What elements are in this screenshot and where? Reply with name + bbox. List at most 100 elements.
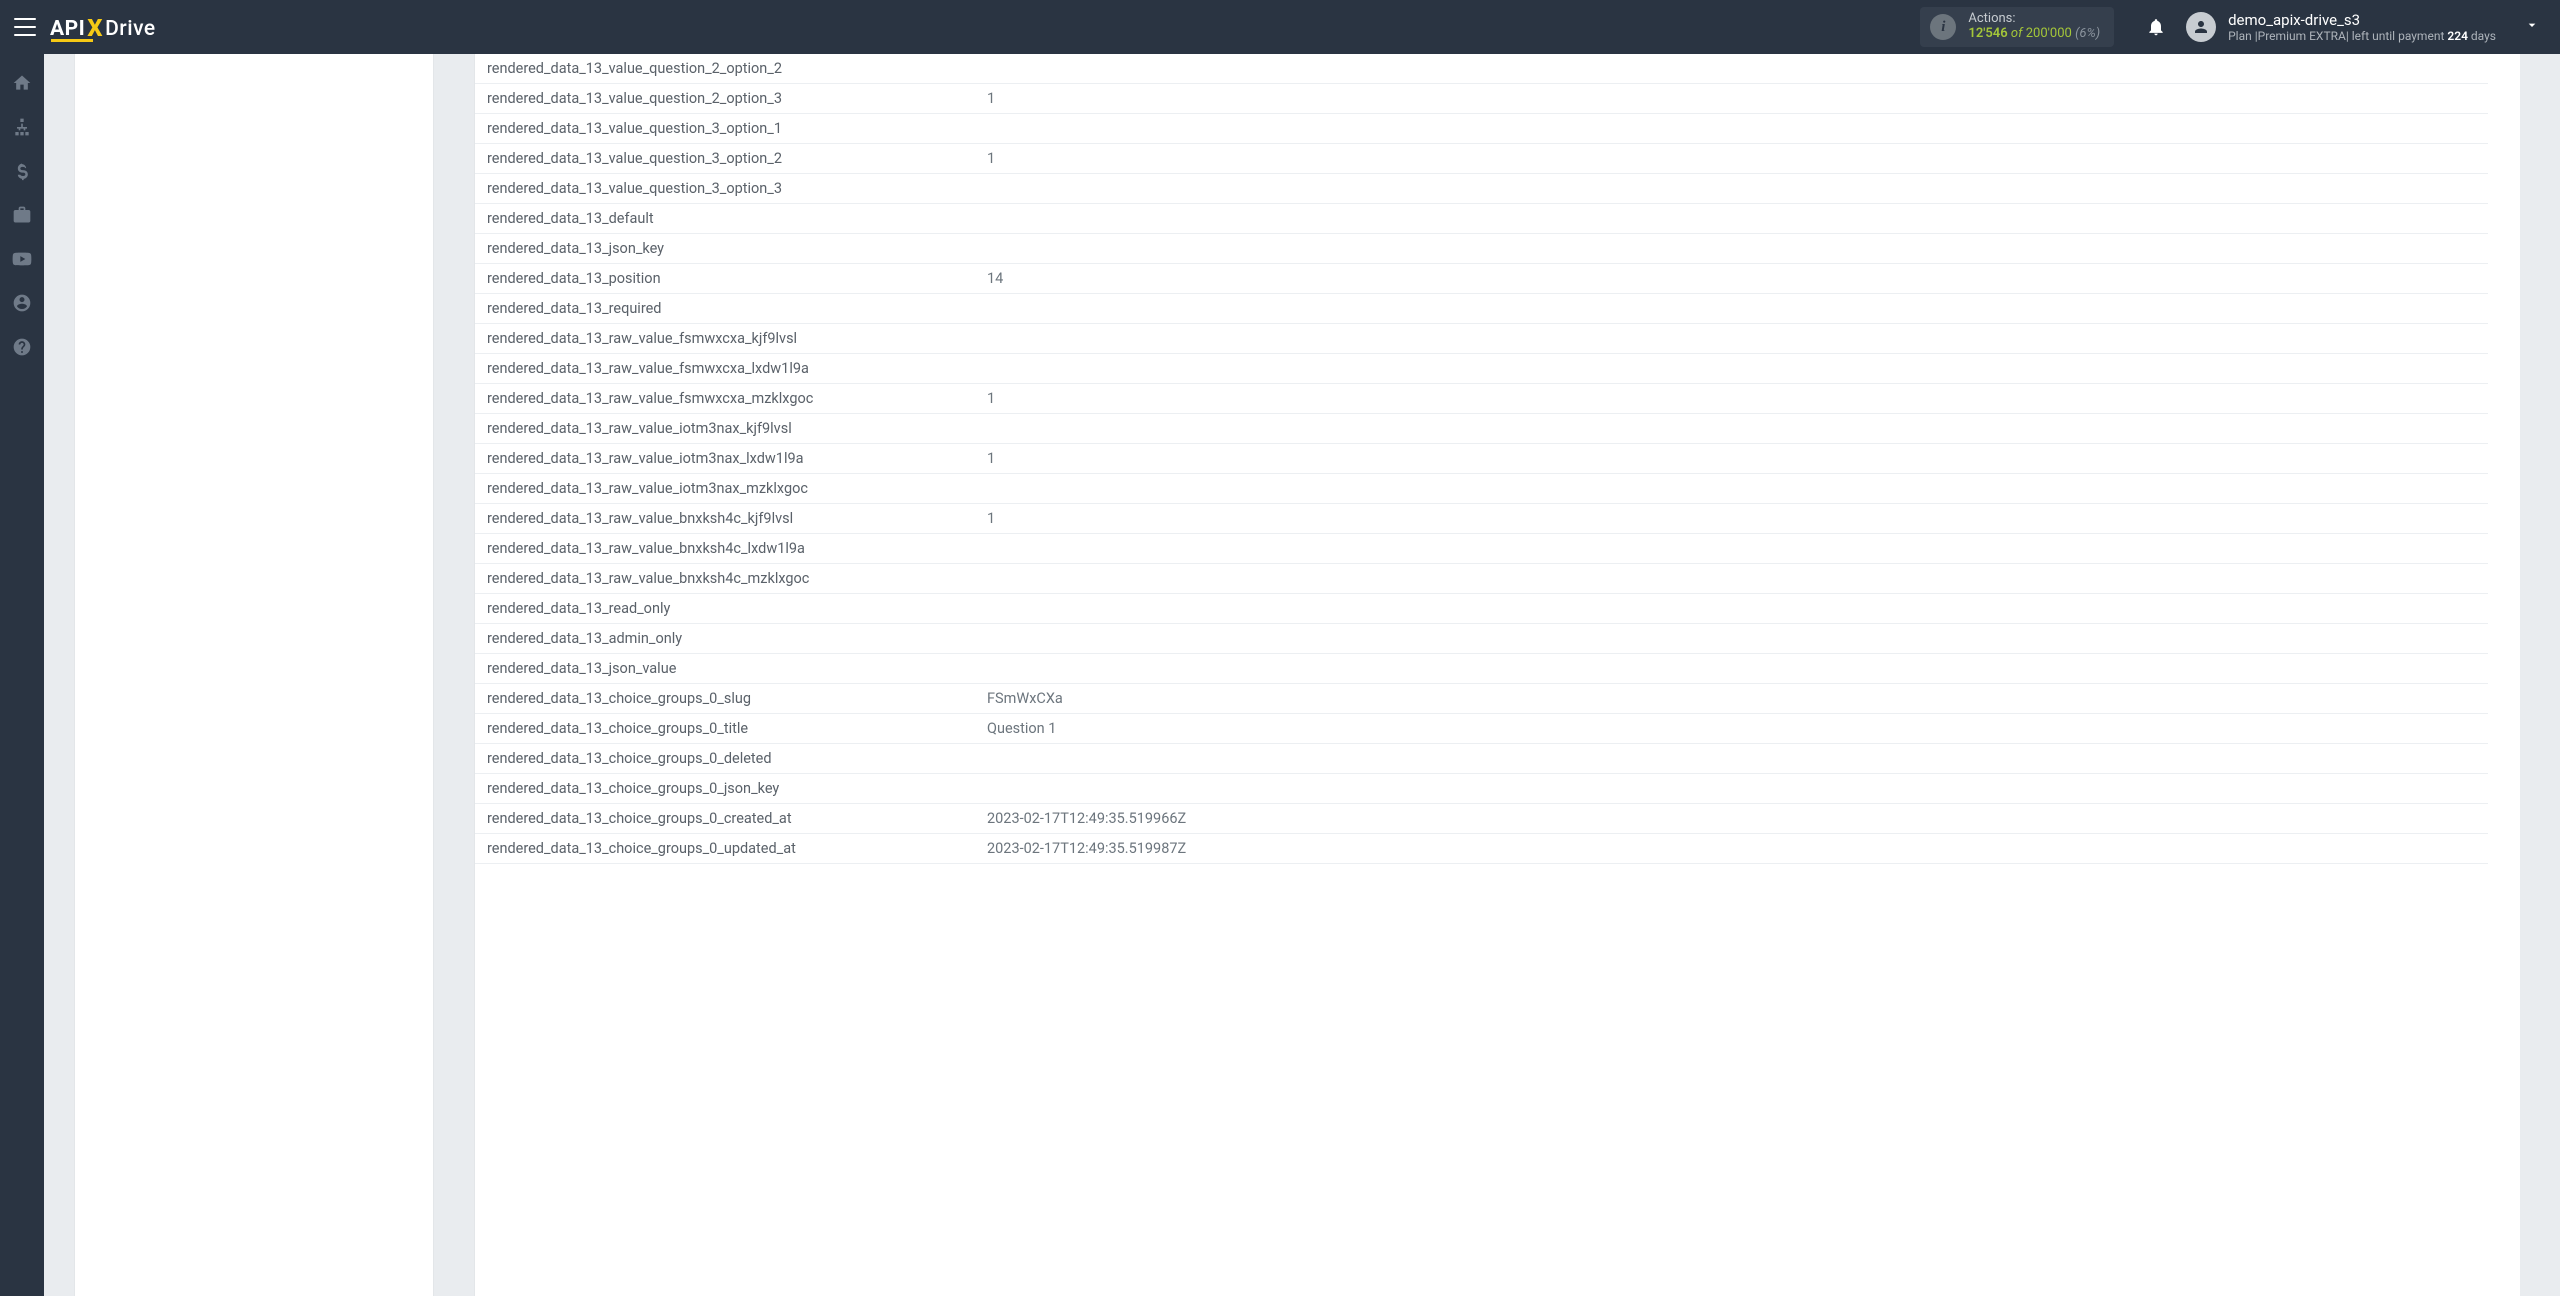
- dollar-icon: [12, 161, 32, 181]
- table-row: rendered_data_13_raw_value_bnxksh4c_kjf9…: [475, 504, 2488, 534]
- table-row: rendered_data_13_choice_groups_0_updated…: [475, 834, 2488, 864]
- bell-icon: [2146, 17, 2166, 37]
- table-row: rendered_data_13_raw_value_fsmwxcxa_kjf9…: [475, 324, 2488, 354]
- info-icon: i: [1930, 14, 1956, 40]
- row-key: rendered_data_13_value_question_2_option…: [475, 54, 975, 84]
- table-row: rendered_data_13_json_key: [475, 234, 2488, 264]
- row-key: rendered_data_13_raw_value_fsmwxcxa_mzkl…: [475, 384, 975, 414]
- row-key: rendered_data_13_raw_value_iotm3nax_kjf9…: [475, 414, 975, 444]
- table-row: rendered_data_13_value_question_2_option…: [475, 54, 2488, 84]
- row-value: [975, 774, 2488, 804]
- table-row: rendered_data_13_json_value: [475, 654, 2488, 684]
- row-key: rendered_data_13_choice_groups_0_updated…: [475, 834, 975, 864]
- sidebar-item-connections[interactable]: [11, 116, 33, 138]
- user-name: demo_apix-drive_s3: [2228, 11, 2496, 29]
- sidebar-item-home[interactable]: [11, 72, 33, 94]
- row-key: rendered_data_13_raw_value_bnxksh4c_lxdw…: [475, 534, 975, 564]
- table-row: rendered_data_13_raw_value_fsmwxcxa_lxdw…: [475, 354, 2488, 384]
- table-row: rendered_data_13_value_question_3_option…: [475, 114, 2488, 144]
- table-row: rendered_data_13_choice_groups_0_json_ke…: [475, 774, 2488, 804]
- sidebar-item-billing[interactable]: [11, 160, 33, 182]
- row-value: 14: [975, 264, 2488, 294]
- table-row: rendered_data_13_raw_value_iotm3nax_kjf9…: [475, 414, 2488, 444]
- actions-total: 200'000: [2026, 26, 2072, 41]
- row-value: [975, 474, 2488, 504]
- top-navbar: APIXDrive i Actions: 12'546 of 200'000 (…: [0, 0, 2560, 54]
- table-row: rendered_data_13_choice_groups_0_titleQu…: [475, 714, 2488, 744]
- actions-used: 12'546: [1968, 26, 2007, 41]
- user-menu-caret[interactable]: [2524, 17, 2540, 37]
- actions-counter[interactable]: i Actions: 12'546 of 200'000 (6%): [1920, 7, 2114, 47]
- logo[interactable]: APIXDrive: [50, 13, 156, 42]
- row-key: rendered_data_13_json_value: [475, 654, 975, 684]
- row-value: [975, 624, 2488, 654]
- home-icon: [12, 73, 32, 93]
- row-key: rendered_data_13_value_question_3_option…: [475, 114, 975, 144]
- row-key: rendered_data_13_json_key: [475, 234, 975, 264]
- menu-toggle-button[interactable]: [14, 18, 36, 36]
- row-value: [975, 654, 2488, 684]
- sidebar-item-help[interactable]: [11, 336, 33, 358]
- user-menu[interactable]: demo_apix-drive_s3 Plan |Premium EXTRA| …: [2186, 11, 2496, 43]
- row-key: rendered_data_13_raw_value_iotm3nax_mzkl…: [475, 474, 975, 504]
- left-sidebar: [0, 54, 44, 1296]
- plan-days-word: days: [2468, 29, 2496, 43]
- question-icon: [12, 337, 32, 357]
- table-row: rendered_data_13_choice_groups_0_created…: [475, 804, 2488, 834]
- navbar-left: APIXDrive: [0, 13, 156, 42]
- actions-label: Actions:: [1968, 12, 2100, 27]
- row-value: FSmWxCXa: [975, 684, 2488, 714]
- youtube-icon: [12, 249, 32, 269]
- data-table: rendered_data_13_value_question_2_option…: [475, 54, 2488, 864]
- row-value: [975, 54, 2488, 84]
- row-key: rendered_data_13_required: [475, 294, 975, 324]
- row-value: 2023-02-17T12:49:35.519987Z: [975, 834, 2488, 864]
- logo-text-x: X: [87, 14, 103, 42]
- row-key: rendered_data_13_raw_value_iotm3nax_lxdw…: [475, 444, 975, 474]
- row-value: [975, 324, 2488, 354]
- row-key: rendered_data_13_position: [475, 264, 975, 294]
- avatar: [2186, 12, 2216, 42]
- table-row: rendered_data_13_raw_value_bnxksh4c_mzkl…: [475, 564, 2488, 594]
- sidebar-item-account[interactable]: [11, 292, 33, 314]
- row-key: rendered_data_13_choice_groups_0_slug: [475, 684, 975, 714]
- table-row: rendered_data_13_position14: [475, 264, 2488, 294]
- row-value: 1: [975, 504, 2488, 534]
- actions-text: Actions: 12'546 of 200'000 (6%): [1968, 12, 2100, 42]
- row-key: rendered_data_13_choice_groups_0_deleted: [475, 744, 975, 774]
- user-plan: Plan |Premium EXTRA| left until payment …: [2228, 29, 2496, 43]
- actions-pct: (6%): [2075, 26, 2100, 41]
- actions-values: 12'546 of 200'000 (6%): [1968, 27, 2100, 42]
- table-row: rendered_data_13_choice_groups_0_deleted: [475, 744, 2488, 774]
- user-text: demo_apix-drive_s3 Plan |Premium EXTRA| …: [2228, 11, 2496, 43]
- row-value: [975, 414, 2488, 444]
- row-value: 1: [975, 444, 2488, 474]
- row-value: Question 1: [975, 714, 2488, 744]
- table-row: rendered_data_13_value_question_3_option…: [475, 144, 2488, 174]
- sidebar-item-youtube[interactable]: [11, 248, 33, 270]
- table-row: rendered_data_13_required: [475, 294, 2488, 324]
- row-value: 1: [975, 144, 2488, 174]
- row-key: rendered_data_13_value_question_3_option…: [475, 174, 975, 204]
- row-value: [975, 204, 2488, 234]
- row-value: [975, 744, 2488, 774]
- row-key: rendered_data_13_value_question_3_option…: [475, 144, 975, 174]
- row-key: rendered_data_13_raw_value_bnxksh4c_mzkl…: [475, 564, 975, 594]
- row-key: rendered_data_13_read_only: [475, 594, 975, 624]
- table-row: rendered_data_13_value_question_2_option…: [475, 84, 2488, 114]
- row-key: rendered_data_13_choice_groups_0_json_ke…: [475, 774, 975, 804]
- plan-name: Premium EXTRA: [2258, 29, 2346, 43]
- row-value: [975, 234, 2488, 264]
- briefcase-icon: [12, 205, 32, 225]
- notifications-button[interactable]: [2146, 17, 2166, 37]
- table-row: rendered_data_13_raw_value_fsmwxcxa_mzkl…: [475, 384, 2488, 414]
- row-value: 1: [975, 384, 2488, 414]
- logo-text-api: API: [50, 17, 85, 41]
- table-row: rendered_data_13_default: [475, 204, 2488, 234]
- table-row: rendered_data_13_value_question_3_option…: [475, 174, 2488, 204]
- sidebar-item-briefcase[interactable]: [11, 204, 33, 226]
- actions-of: of: [2011, 26, 2023, 41]
- row-key: rendered_data_13_value_question_2_option…: [475, 84, 975, 114]
- table-row: rendered_data_13_admin_only: [475, 624, 2488, 654]
- plan-prefix: Plan |: [2228, 29, 2258, 43]
